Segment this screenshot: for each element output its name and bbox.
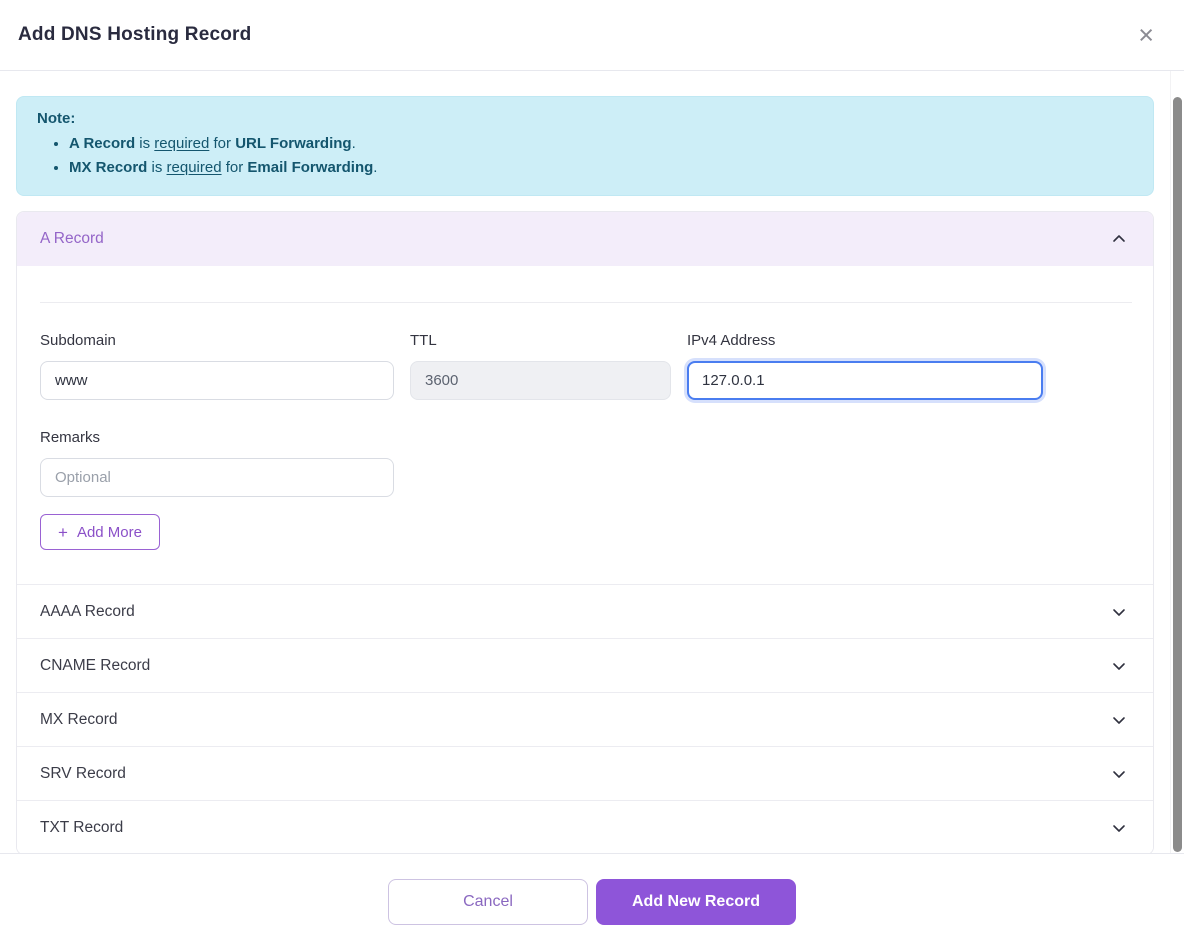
form-row-remarks: Remarks — [40, 429, 1132, 497]
accordion-header-srv-record[interactable]: SRV Record — [17, 746, 1153, 800]
form-row-main: Subdomain TTL IPv4 Address — [40, 332, 1132, 400]
plus-icon: + — [58, 524, 68, 541]
add-more-label: Add More — [77, 524, 142, 541]
add-new-record-button[interactable]: Add New Record — [596, 879, 796, 925]
cancel-button[interactable]: Cancel — [388, 879, 588, 925]
chevron-down-icon — [1111, 766, 1127, 782]
subdomain-field-group: Subdomain — [40, 332, 394, 400]
add-more-button[interactable]: + Add More — [40, 514, 160, 550]
record-accordion: A Record Subdomain TTL IPv4 Address — [16, 211, 1154, 853]
ipv4-input[interactable] — [687, 361, 1043, 400]
scrollbar-thumb[interactable] — [1173, 97, 1182, 852]
accordion-header-cname-record[interactable]: CNAME Record — [17, 638, 1153, 692]
subdomain-label: Subdomain — [40, 332, 394, 349]
accordion-header-a-record[interactable]: A Record — [17, 212, 1153, 266]
add-dns-record-modal: Add DNS Hosting Record × Note: A Record … — [0, 0, 1184, 949]
accordion-header-txt-record[interactable]: TXT Record — [17, 800, 1153, 853]
remarks-label: Remarks — [40, 429, 394, 446]
modal-header: Add DNS Hosting Record × — [0, 0, 1184, 71]
ttl-input — [410, 361, 671, 400]
chevron-down-icon — [1111, 820, 1127, 836]
chevron-down-icon — [1111, 712, 1127, 728]
close-icon[interactable]: × — [1130, 18, 1162, 53]
remarks-field-group: Remarks — [40, 429, 394, 497]
accordion-header-mx-record[interactable]: MX Record — [17, 692, 1153, 746]
chevron-down-icon — [1111, 658, 1127, 674]
a-record-panel: Subdomain TTL IPv4 Address Remarks — [17, 302, 1153, 584]
panel-divider — [40, 302, 1132, 303]
ttl-label: TTL — [410, 332, 671, 349]
note-list: A Record is required for URL Forwarding.… — [37, 132, 1133, 180]
accordion-header-aaaa-record[interactable]: AAAA Record — [17, 584, 1153, 638]
chevron-up-icon — [1111, 231, 1127, 247]
accordion-label: MX Record — [40, 711, 118, 729]
ttl-field-group: TTL — [410, 332, 671, 400]
scrollbar[interactable] — [1170, 71, 1184, 853]
modal-body: Note: A Record is required for URL Forwa… — [0, 71, 1170, 853]
chevron-down-icon — [1111, 604, 1127, 620]
modal-title: Add DNS Hosting Record — [18, 24, 251, 46]
modal-footer: Cancel Add New Record — [0, 853, 1184, 949]
note-item-mx-record: MX Record is required for Email Forwardi… — [69, 156, 1133, 180]
note-item-a-record: A Record is required for URL Forwarding. — [69, 132, 1133, 156]
accordion-label: CNAME Record — [40, 657, 150, 675]
subdomain-input[interactable] — [40, 361, 394, 400]
ipv4-label: IPv4 Address — [687, 332, 1043, 349]
accordion-label: TXT Record — [40, 819, 123, 837]
remarks-input[interactable] — [40, 458, 394, 497]
note-title: Note: — [37, 110, 1133, 127]
note-box: Note: A Record is required for URL Forwa… — [16, 96, 1154, 196]
ipv4-field-group: IPv4 Address — [687, 332, 1043, 400]
accordion-label: AAAA Record — [40, 603, 135, 621]
accordion-label: SRV Record — [40, 765, 126, 783]
accordion-label: A Record — [40, 230, 104, 248]
